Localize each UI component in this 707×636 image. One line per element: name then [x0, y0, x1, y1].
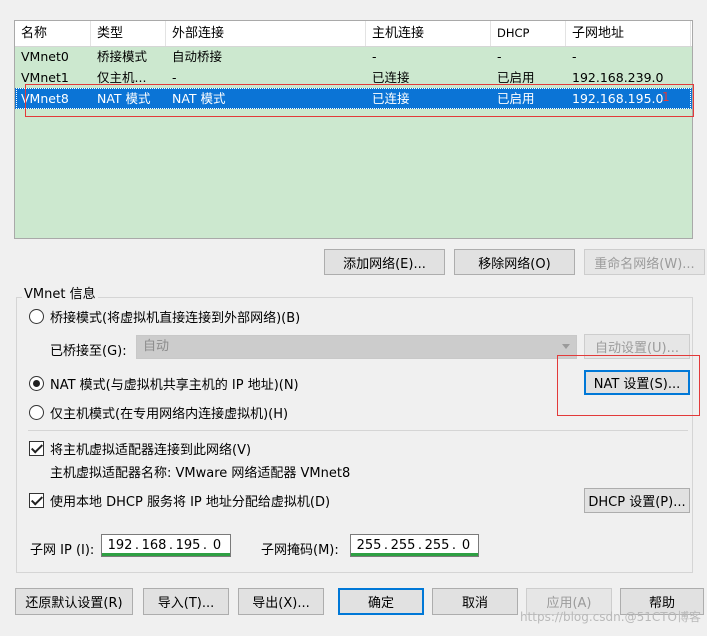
cell-type: 桥接模式 — [97, 49, 148, 64]
annotation-highlight-nat — [557, 355, 700, 416]
column-header-subnet[interactable]: 子网地址 — [566, 21, 691, 46]
subnet-ip-input[interactable]: 192 . 168 . 195 . 0 — [101, 534, 231, 557]
table-row[interactable]: VMnet0 桥接模式 自动桥接 - - - — [15, 46, 692, 67]
adapter-name-text: 主机虚拟适配器名称: VMware 网络适配器 VMnet8 — [50, 466, 351, 481]
dhcp-settings-button[interactable]: DHCP 设置(P)... — [584, 488, 690, 513]
restore-defaults-button[interactable]: 还原默认设置(R) — [15, 588, 133, 615]
cancel-button[interactable]: 取消 — [432, 588, 518, 615]
cell-external: 自动桥接 — [172, 49, 223, 64]
bridged-to-combobox[interactable]: 自动 — [136, 335, 577, 359]
column-header-name[interactable]: 名称 — [15, 21, 91, 46]
connect-adapter-label: 将主机虚拟适配器连接到此网络(V) — [50, 443, 252, 458]
annotation-highlight-row — [25, 84, 694, 117]
column-header-external[interactable]: 外部连接 — [166, 21, 366, 46]
cell-name: VMnet0 — [21, 49, 69, 64]
column-header-type[interactable]: 类型 — [91, 21, 166, 46]
cell-host: - — [372, 49, 377, 64]
subnet-mask-input[interactable]: 255 . 255 . 255 . 0 — [350, 534, 479, 557]
ok-button[interactable]: 确定 — [338, 588, 424, 615]
bridged-to-label: 已桥接至(G): — [50, 344, 127, 359]
vmnet-info-label: VMnet 信息 — [22, 283, 98, 302]
bridged-to-value: 自动 — [143, 339, 170, 354]
bridged-mode-radio[interactable] — [29, 309, 44, 324]
remove-network-button[interactable]: 移除网络(O) — [454, 249, 575, 275]
nat-mode-radio[interactable] — [29, 376, 44, 391]
column-header-dhcp[interactable]: DHCP — [491, 21, 566, 46]
annotation-number: 1 — [662, 90, 670, 104]
column-header-host[interactable]: 主机连接 — [366, 21, 491, 46]
export-button[interactable]: 导出(X)... — [238, 588, 324, 615]
bridged-mode-label: 桥接模式(将虚拟机直接连接到外部网络)(B) — [50, 311, 301, 326]
subnet-mask-label: 子网掩码(M): — [261, 543, 339, 558]
mask-focus-underline — [351, 553, 478, 556]
hostonly-mode-radio[interactable] — [29, 405, 44, 420]
cell-dhcp: - — [497, 49, 502, 64]
import-button[interactable]: 导入(T)... — [143, 588, 229, 615]
cell-subnet: - — [572, 49, 577, 64]
hostonly-mode-label: 仅主机模式(在专用网络内连接虚拟机)(H) — [50, 407, 289, 422]
dhcp-checkbox[interactable] — [29, 493, 44, 508]
rename-network-button[interactable]: 重命名网络(W)... — [584, 249, 705, 275]
connect-adapter-checkbox[interactable] — [29, 441, 44, 456]
nat-mode-label: NAT 模式(与虚拟机共享主机的 IP 地址)(N) — [50, 378, 299, 393]
table-header: 名称 类型 外部连接 主机连接 DHCP 子网地址 — [15, 21, 692, 47]
add-network-button[interactable]: 添加网络(E)... — [324, 249, 445, 275]
network-table[interactable]: 名称 类型 外部连接 主机连接 DHCP 子网地址 VMnet0 桥接模式 自动… — [14, 20, 693, 239]
chevron-down-icon — [562, 344, 570, 349]
subnet-ip-label: 子网 IP (I): — [30, 543, 95, 558]
divider — [28, 430, 688, 431]
ip-focus-underline — [102, 553, 230, 556]
dhcp-label: 使用本地 DHCP 服务将 IP 地址分配给虚拟机(D) — [50, 495, 331, 510]
watermark-text: https://blog.csdn.@51CTO博客 — [519, 610, 701, 624]
